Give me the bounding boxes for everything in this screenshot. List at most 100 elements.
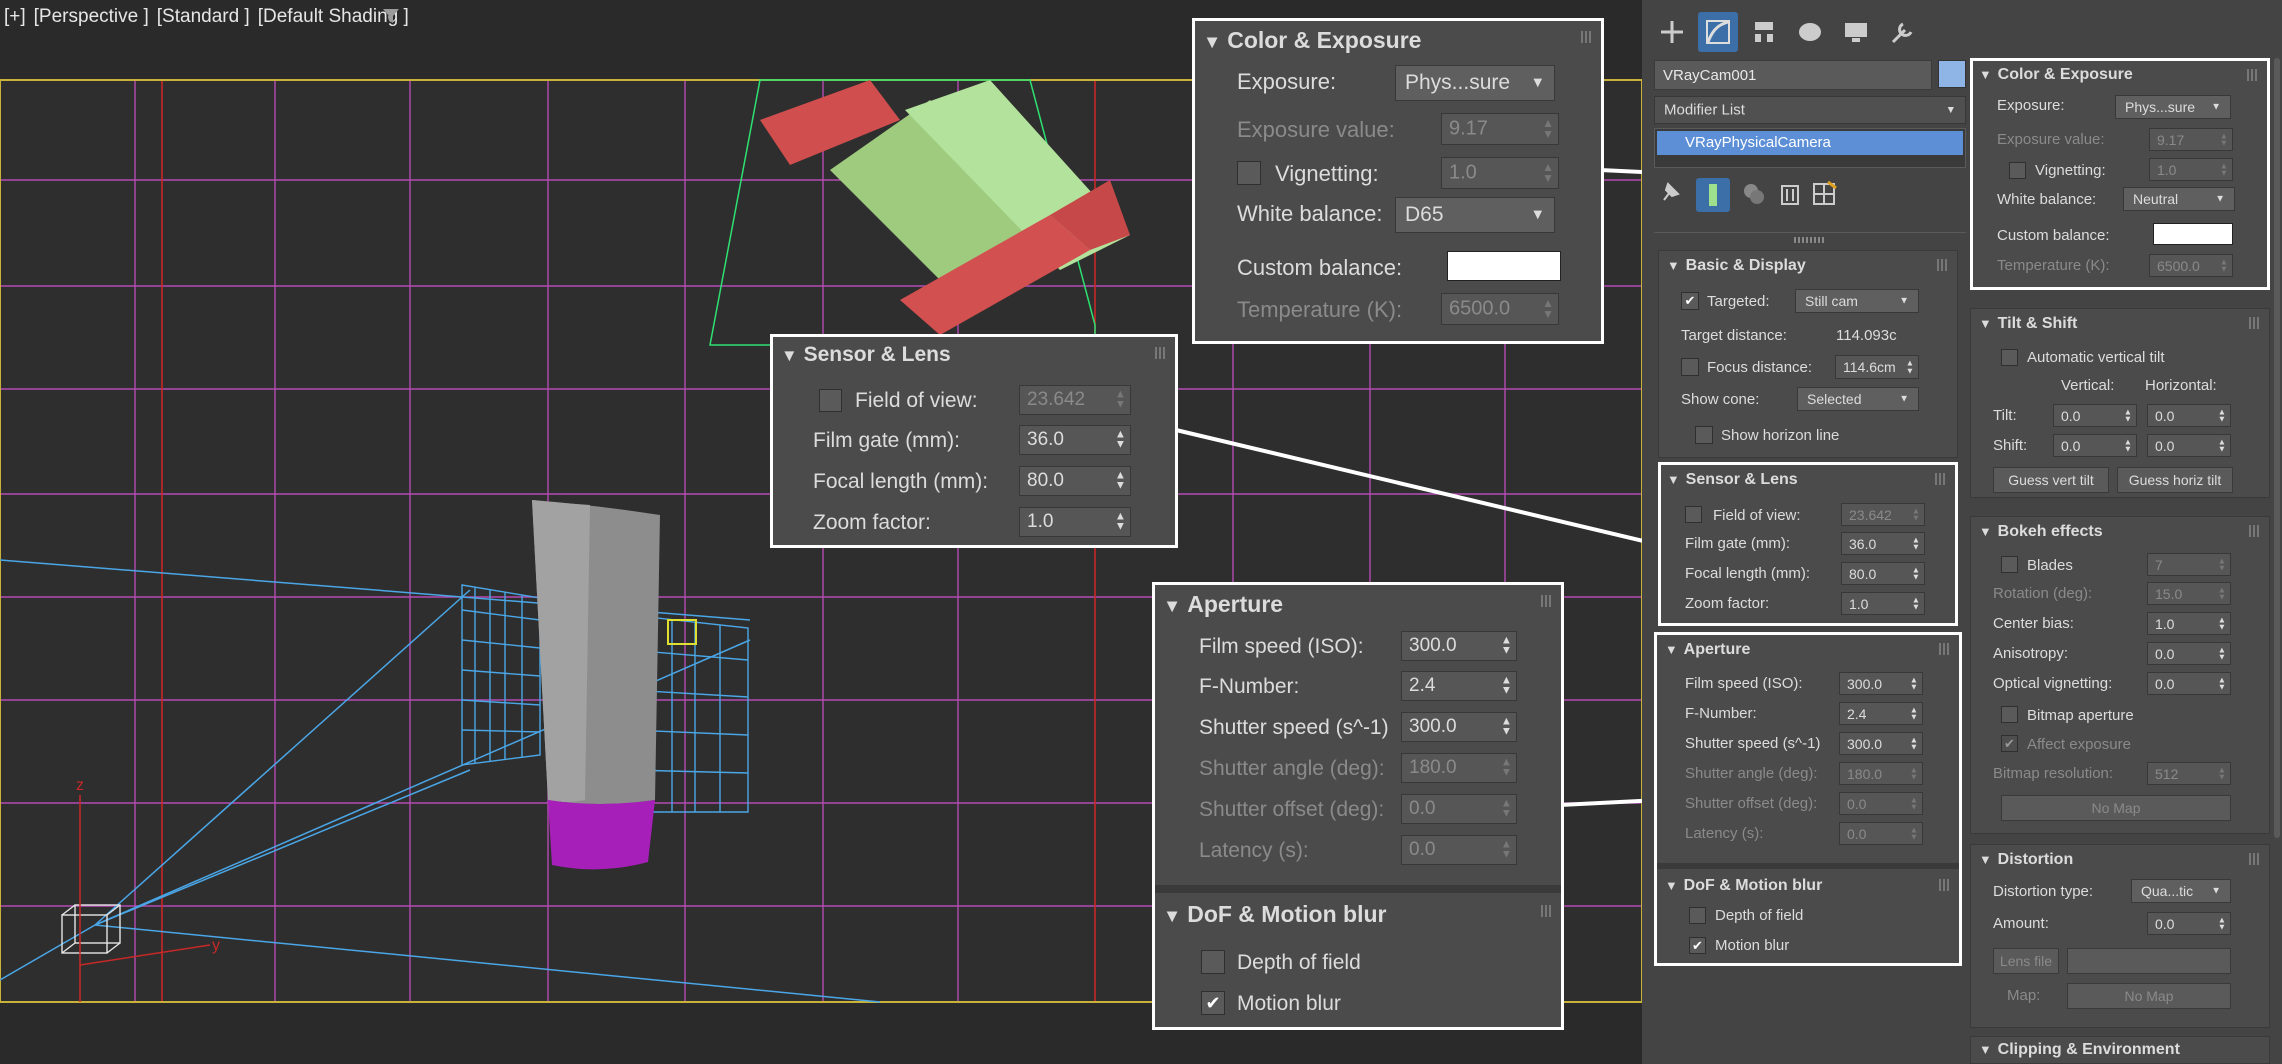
anisotropy-spinner[interactable]: 0.0 ▲ ▼ [2147, 642, 2231, 665]
zoom-shutter-angle-spinner[interactable]: 180.0 ▲ ▼ [1401, 753, 1517, 783]
custom-balance-swatch[interactable] [2153, 223, 2233, 245]
fov-checkbox[interactable] [1685, 506, 1702, 523]
lens-file-path[interactable] [2067, 948, 2231, 974]
zoom-vignetting-spinner[interactable]: 1.0 ▲ ▼ [1441, 157, 1559, 189]
modifier-list-dropdown[interactable]: Modifier List ▼ [1654, 96, 1966, 124]
zoom-header[interactable]: ▼ Color & Exposure [1195, 21, 1601, 54]
zoom-fov-checkbox[interactable] [819, 389, 842, 412]
zoom-zoom-factor-spinner[interactable]: 1.0 ▲ ▼ [1019, 507, 1131, 537]
shutter-speed-spinner[interactable]: 300.0 ▲ ▼ [1839, 732, 1923, 755]
latency-spinner[interactable]: 0.0 ▲ ▼ [1839, 822, 1923, 845]
optical-vignetting-spinner[interactable]: 0.0 ▲ ▼ [2147, 672, 2231, 695]
temperature-spinner[interactable]: 6500.0 ▲ ▼ [2149, 254, 2233, 277]
rollout-grip[interactable] [1581, 31, 1593, 43]
shutter-offset-spinner[interactable]: 0.0 ▲ ▼ [1839, 792, 1923, 815]
focus-distance-checkbox[interactable] [1681, 358, 1699, 376]
panel-scrollbar[interactable] [2274, 58, 2280, 838]
focus-distance-spinner[interactable]: 114.6cm ▲ ▼ [1835, 355, 1919, 379]
zoom-focal-length-spinner[interactable]: 80.0 ▲ ▼ [1019, 466, 1131, 496]
rollout-grip[interactable] [1541, 595, 1553, 607]
blades-checkbox[interactable] [2001, 556, 2018, 573]
modify-icon[interactable] [1698, 12, 1738, 52]
zoom-film-gate-spinner[interactable]: 36.0 ▲ ▼ [1019, 425, 1131, 455]
bokeh-no-map-button[interactable]: No Map [2001, 795, 2231, 821]
zoom-dof-header[interactable]: ▼ DoF & Motion blur [1155, 895, 1561, 928]
zoom-header[interactable]: ▼ Aperture [1155, 585, 1561, 618]
blades-spinner[interactable]: 7 ▲ ▼ [2147, 553, 2231, 576]
exposure-value-spinner[interactable]: 9.17 ▲ ▼ [2149, 128, 2233, 151]
targeted-dropdown[interactable]: Still cam ▼ [1795, 289, 1919, 313]
rollout-grip[interactable] [1939, 643, 1951, 655]
lens-file-button[interactable]: Lens file [1993, 948, 2059, 974]
shift-horizontal-spinner[interactable]: 0.0 ▲ ▼ [2147, 434, 2231, 457]
vignetting-checkbox[interactable] [2009, 162, 2026, 179]
shutter-angle-spinner[interactable]: 180.0 ▲ ▼ [1839, 762, 1923, 785]
zoom-shutter-offset-spinner[interactable]: 0.0 ▲ ▼ [1401, 794, 1517, 824]
rollout-grip[interactable] [2247, 69, 2259, 81]
rollout-grip[interactable] [1155, 347, 1167, 359]
f-number-spinner[interactable]: 2.4 ▲ ▼ [1839, 702, 1923, 725]
film-speed-spinner[interactable]: 300.0 ▲ ▼ [1839, 672, 1923, 695]
exposure-dropdown[interactable]: Phys...sure ▼ [2115, 95, 2231, 119]
film-gate-spinner[interactable]: 36.0 ▲ ▼ [1841, 532, 1925, 555]
rollout-grip[interactable] [2249, 525, 2261, 537]
zoom-f-number-spinner[interactable]: 2.4 ▲ ▼ [1401, 671, 1517, 701]
zoom-exposure-value-spinner[interactable]: 9.17 ▲ ▼ [1441, 113, 1559, 145]
guess-vert-tilt-button[interactable]: Guess vert tilt [1993, 467, 2109, 493]
make-unique-icon[interactable] [1740, 180, 1768, 208]
zoom-depth-of-field-checkbox[interactable] [1201, 950, 1225, 974]
rollout-header[interactable]: ▼ Color & Exposure [1973, 61, 2267, 84]
focal-length-spinner[interactable]: 80.0 ▲ ▼ [1841, 562, 1925, 585]
rollout-header[interactable]: ▼ Tilt & Shift [1971, 309, 2269, 333]
distortion-type-dropdown[interactable]: Qua...tic ▼ [2131, 879, 2231, 903]
viewport-menu-plus[interactable]: [+] [4, 6, 26, 27]
tilt-horizontal-spinner[interactable]: 0.0 ▲ ▼ [2147, 404, 2231, 427]
rollout-header[interactable]: ▼ Distortion [1971, 845, 2269, 869]
zoom-shutter-speed-spinner[interactable]: 300.0 ▲ ▼ [1401, 712, 1517, 742]
dof-rollout-header[interactable]: ▼ DoF & Motion blur [1657, 871, 1959, 895]
auto-tilt-checkbox[interactable] [2001, 349, 2018, 366]
pin-stack-icon[interactable] [1658, 180, 1682, 204]
white-balance-dropdown[interactable]: Neutral ▼ [2123, 187, 2235, 211]
bitmap-resolution-spinner[interactable]: 512 ▲ ▼ [2147, 762, 2231, 785]
viewport-menu-standard[interactable]: [Standard ] [157, 6, 250, 27]
zoom-custom-balance-swatch[interactable] [1447, 251, 1561, 281]
affect-exposure-checkbox[interactable]: ✔ [2001, 735, 2018, 752]
stack-item-vrayphysicalcamera[interactable]: VRayPhysicalCamera [1657, 131, 1963, 155]
hierarchy-icon[interactable] [1744, 12, 1784, 52]
filter-icon[interactable] [382, 7, 400, 25]
zoom-factor-spinner[interactable]: 1.0 ▲ ▼ [1841, 592, 1925, 615]
rollout-grip[interactable] [1935, 473, 1947, 485]
zoom-motion-blur-checkbox[interactable]: ✔ [1201, 991, 1225, 1015]
object-name-field[interactable]: VRayCam001 [1654, 60, 1932, 90]
bitmap-aperture-checkbox[interactable] [2001, 706, 2018, 723]
depth-of-field-checkbox[interactable] [1689, 907, 1706, 924]
object-color-swatch[interactable] [1938, 60, 1966, 88]
rollout-header[interactable]: ▼ Sensor & Lens [1661, 465, 1955, 489]
zoom-white-balance-dropdown[interactable]: D65 ▼ [1395, 197, 1555, 233]
fov-spinner[interactable]: 23.642 ▲ ▼ [1841, 503, 1925, 526]
show-cone-dropdown[interactable]: Selected ▼ [1797, 387, 1919, 411]
shift-vertical-spinner[interactable]: 0.0 ▲ ▼ [2053, 434, 2137, 457]
zoom-latency-spinner[interactable]: 0.0 ▲ ▼ [1401, 835, 1517, 865]
remove-modifier-icon[interactable] [1776, 180, 1804, 208]
zoom-vignetting-checkbox[interactable] [1237, 161, 1261, 185]
tilt-vertical-spinner[interactable]: 0.0 ▲ ▼ [2053, 404, 2137, 427]
rollout-grip[interactable] [1541, 905, 1553, 917]
zoom-temperature-spinner[interactable]: 6500.0 ▲ ▼ [1441, 293, 1559, 325]
configure-sets-icon[interactable] [1810, 180, 1838, 208]
create-icon[interactable] [1652, 12, 1692, 52]
zoom-exposure-dropdown[interactable]: Phys...sure ▼ [1395, 65, 1555, 101]
vignetting-spinner[interactable]: 1.0 ▲ ▼ [2149, 158, 2233, 181]
viewport-menu-perspective[interactable]: [Perspective ] [34, 6, 149, 27]
modifier-stack[interactable]: VRayPhysicalCamera [1654, 128, 1966, 168]
zoom-fov-spinner[interactable]: 23.642 ▲ ▼ [1019, 385, 1131, 415]
center-bias-spinner[interactable]: 1.0 ▲ ▼ [2147, 612, 2231, 635]
motion-blur-checkbox[interactable]: ✔ [1689, 937, 1706, 954]
zoom-film-speed-spinner[interactable]: 300.0 ▲ ▼ [1401, 631, 1517, 661]
rollout-grip[interactable] [1937, 259, 1949, 271]
amount-spinner[interactable]: 0.0 ▲ ▼ [2147, 912, 2231, 935]
rollout-header[interactable]: ▼ Basic & Display [1659, 251, 1957, 275]
targeted-checkbox[interactable]: ✔ [1681, 292, 1699, 310]
zoom-header[interactable]: ▼ Sensor & Lens [773, 337, 1175, 367]
